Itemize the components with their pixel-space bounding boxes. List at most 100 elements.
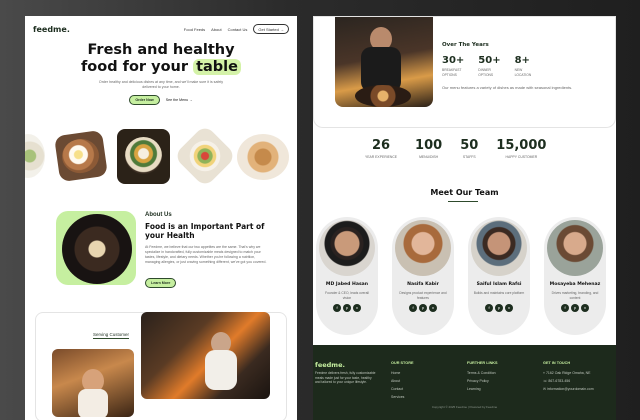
team-card: Mosayeba Mehenaz Drives marketing, brand… (544, 217, 606, 335)
team-member-name: Nasifa Kabir (407, 282, 439, 287)
team-member-name: Mosayeba Mehenaz (549, 282, 601, 287)
avatar (471, 220, 527, 276)
pinterest-icon[interactable]: p (419, 304, 427, 312)
copyright: Copyright © 2025 Feedme | Powered by Fee… (431, 405, 498, 409)
team-member-role: Builds and maintains core platform (473, 291, 525, 295)
social-links: fpx (316, 304, 378, 312)
team-member-role: Designs product experience and features (399, 291, 447, 300)
pinterest-icon[interactable]: p (343, 304, 351, 312)
footer-description: Feedme delivers fresh, fully customizabl… (315, 371, 376, 384)
about-food-image (62, 214, 132, 284)
phone-icon: ☏ (543, 379, 548, 383)
footer-link-privacy[interactable]: Privacy Policy (467, 379, 498, 383)
stat-label: BREAKFAST OPTIONS (442, 68, 462, 77)
pinterest-icon[interactable]: p (495, 304, 503, 312)
social-links: fpx (544, 304, 606, 312)
footer-link-about[interactable]: About (391, 379, 414, 383)
footer-column-store: OUR STORE Home About Contact Services (391, 361, 414, 403)
stat-label: NEW LOCATION (514, 68, 532, 77)
x-icon[interactable]: x (581, 304, 589, 312)
stat-dinner: 50+ DINNER OPTIONS (478, 55, 500, 77)
learn-more-button[interactable]: Learn More (145, 278, 177, 288)
stat-value: 100 (415, 138, 443, 153)
stat-value: 26 (371, 138, 391, 153)
stat-label: DINNER OPTIONS (478, 68, 494, 77)
footer-column-contact: GET IN TOUCH ⌖ 7162 Oak Ridge Omaha, NE … (543, 361, 594, 395)
stat-value: 50 (460, 138, 479, 153)
facebook-icon[interactable]: f (409, 304, 417, 312)
footer-heading: GET IN TOUCH (543, 361, 571, 365)
footer-logo[interactable]: feedme. (315, 361, 345, 369)
pinterest-icon[interactable]: p (571, 304, 579, 312)
see-menu-link[interactable]: See the Menu → (166, 98, 193, 102)
footer-email[interactable]: ✉ information@yourdomain.com (543, 387, 594, 391)
team-card: Nasifa Kabir Designs product experience … (392, 217, 454, 335)
footer-link-home[interactable]: Home (391, 371, 414, 375)
over-the-years-description: Our menu features a variety of dishes as… (442, 85, 573, 90)
over-the-years-title: Over The Years (442, 42, 489, 48)
social-links: fpx (468, 304, 530, 312)
food-image-5 (237, 134, 289, 180)
footer-heading: FURTHER LINKS (467, 361, 498, 365)
avatar (319, 220, 375, 276)
over-the-years-stats: 30+ BREAKFAST OPTIONS 50+ DINNER OPTIONS 8… (442, 55, 537, 77)
team-cards: MD Jabed Hasan Founder & CEO, leads over… (316, 217, 606, 335)
over-the-years-section: Over The Years 30+ BREAKFAST OPTIONS 50+ D… (313, 16, 616, 128)
stat-label: MENU/DISH (419, 155, 439, 159)
kitchen-chef-image (141, 312, 270, 399)
stat-menu: 100 MENU/DISH (415, 138, 442, 159)
hero-title-prefix: food for your (81, 59, 194, 75)
footer: feedme. Feedme delivers fresh, fully cus… (313, 345, 616, 420)
stat-staffs: 50 STAFFS (460, 138, 478, 159)
team-card: Saiful Islam Rafsi Builds and maintains … (468, 217, 530, 335)
see-menu-label: See the Menu (165, 98, 189, 102)
facebook-icon[interactable]: f (561, 304, 569, 312)
stat-locations: 8+ NEW LOCATION (515, 55, 537, 77)
facebook-icon[interactable]: f (333, 304, 341, 312)
footer-link-contact[interactable]: Contact (391, 387, 414, 391)
nav-link-contact[interactable]: Contact Us (228, 27, 248, 32)
x-icon[interactable]: x (505, 304, 513, 312)
team-member-name: MD Jabed Hasan (325, 282, 369, 287)
order-now-button[interactable]: Order Now (129, 95, 160, 105)
nav-link-about[interactable]: About (211, 27, 221, 32)
arrow-right-icon: → (189, 98, 193, 102)
footer-link-learning[interactable]: Learning (467, 387, 498, 391)
email-text: information@yourdomain.com (546, 387, 594, 391)
facebook-icon[interactable]: f (485, 304, 493, 312)
about-eyebrow: About Us (145, 212, 172, 218)
food-image-2 (54, 129, 108, 183)
team-title: Meet Our Team (430, 188, 499, 197)
footer-phone[interactable]: ☏ 867-6783-456 (543, 379, 594, 383)
stat-label: STAFFS (462, 155, 476, 159)
food-image-1 (25, 134, 45, 178)
avatar (547, 220, 603, 276)
team-member-name: Saiful Islam Rafsi (476, 282, 522, 287)
tab-serving-customer[interactable]: Serving Customer (93, 332, 130, 339)
get-started-label: Get Started (258, 26, 279, 32)
get-started-button[interactable]: Get Started → (253, 24, 289, 34)
logo[interactable]: feedme. (33, 25, 70, 34)
stat-label: HAPPY CUSTOMER (505, 155, 538, 159)
x-icon[interactable]: x (353, 304, 361, 312)
footer-link-services[interactable]: Services (391, 395, 414, 399)
mail-icon: ✉ (543, 387, 546, 391)
homepage-top-panel: feedme. Food Feeds About Contact Us Get … (25, 16, 297, 420)
hero-title-line1: Fresh and healthy (87, 42, 235, 58)
hero-title-line2: food for your table (25, 59, 297, 76)
serving-customer-image (52, 349, 134, 417)
phone-text: 867-6783-456 (548, 379, 571, 383)
stat-label: YEAR EXPERIENCE (365, 155, 398, 159)
nav-link-food-feeds[interactable]: Food Feeds (184, 27, 205, 32)
nav-links: Food Feeds About Contact Us Get Started … (184, 24, 289, 34)
footer-link-terms[interactable]: Terms & Condition (467, 371, 498, 375)
about-body: At Feedme, we believe that our two appet… (145, 245, 267, 264)
arrow-right-icon: → (280, 26, 284, 32)
stat-value: 8+ (514, 55, 530, 66)
stat-value: 15,000 (496, 138, 547, 153)
avatar (395, 220, 451, 276)
hero-buttons: Order Now See the Menu → (25, 95, 297, 105)
hero-title: Fresh and healthy food for your table (25, 42, 297, 76)
x-icon[interactable]: x (429, 304, 437, 312)
stat-experience: 26 YEAR EXPERIENCE (365, 138, 397, 159)
